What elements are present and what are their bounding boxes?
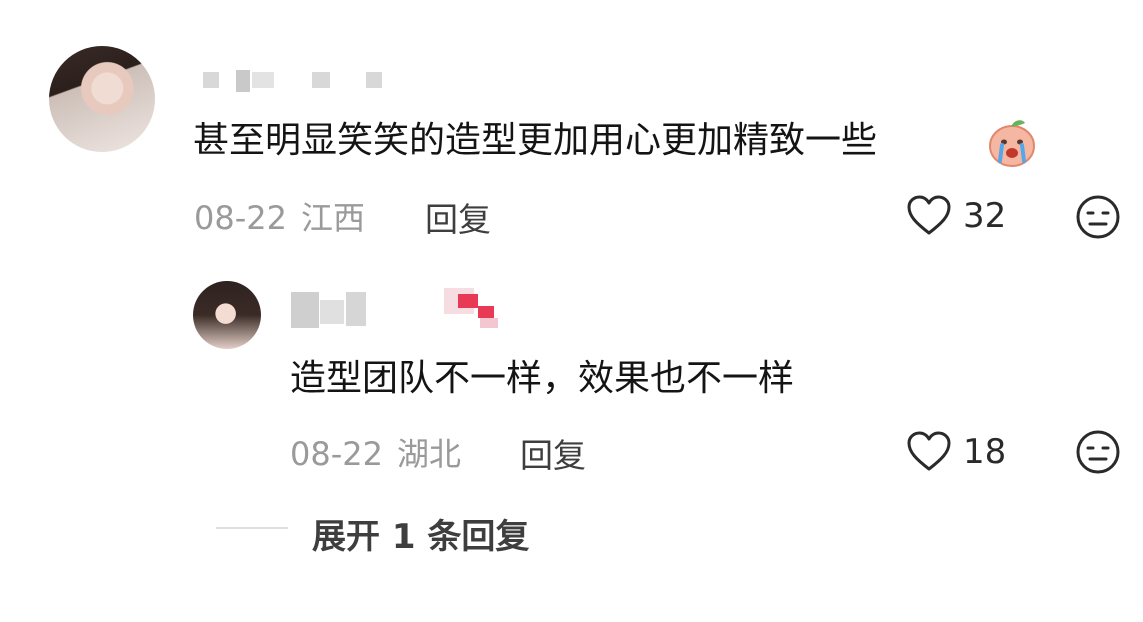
comment-body: 甚至明显笑笑的造型更加用心更加精致一些 <box>193 120 878 161</box>
comment-location: 江西 <box>300 199 365 237</box>
replier-avatar[interactable] <box>193 281 261 349</box>
reply-date: 08-22 <box>290 435 383 473</box>
reply-reply-button[interactable]: 回复 <box>520 429 586 477</box>
reply-like-count: 18 <box>963 432 1007 472</box>
comment-date: 08-22 <box>194 199 287 237</box>
reply-body: 造型团队不一样，效果也不一样 <box>290 358 795 399</box>
comment-reply-button[interactable]: 回复 <box>425 193 491 241</box>
crying-peach-sticker-icon <box>989 120 1035 167</box>
reply-text: 造型团队不一样，效果也不一样 <box>290 357 794 401</box>
expand-divider <box>216 527 288 529</box>
reply-location: 湖北 <box>396 435 461 473</box>
expand-replies-button[interactable]: 展开 1 条回复 <box>312 509 529 558</box>
comment-text: 甚至明显笑笑的造型更加用心更加精致一些 <box>193 119 877 163</box>
comment-meta: 08-22 江西 <box>194 193 365 239</box>
heart-outline-icon[interactable] <box>906 430 952 472</box>
neutral-face-icon[interactable] <box>1076 430 1120 474</box>
comment-like-count: 32 <box>963 196 1007 236</box>
neutral-face-icon[interactable] <box>1076 195 1120 239</box>
heart-outline-icon[interactable] <box>906 194 952 236</box>
reply-meta: 08-22 湖北 <box>290 429 461 475</box>
commenter-avatar[interactable] <box>49 46 155 152</box>
